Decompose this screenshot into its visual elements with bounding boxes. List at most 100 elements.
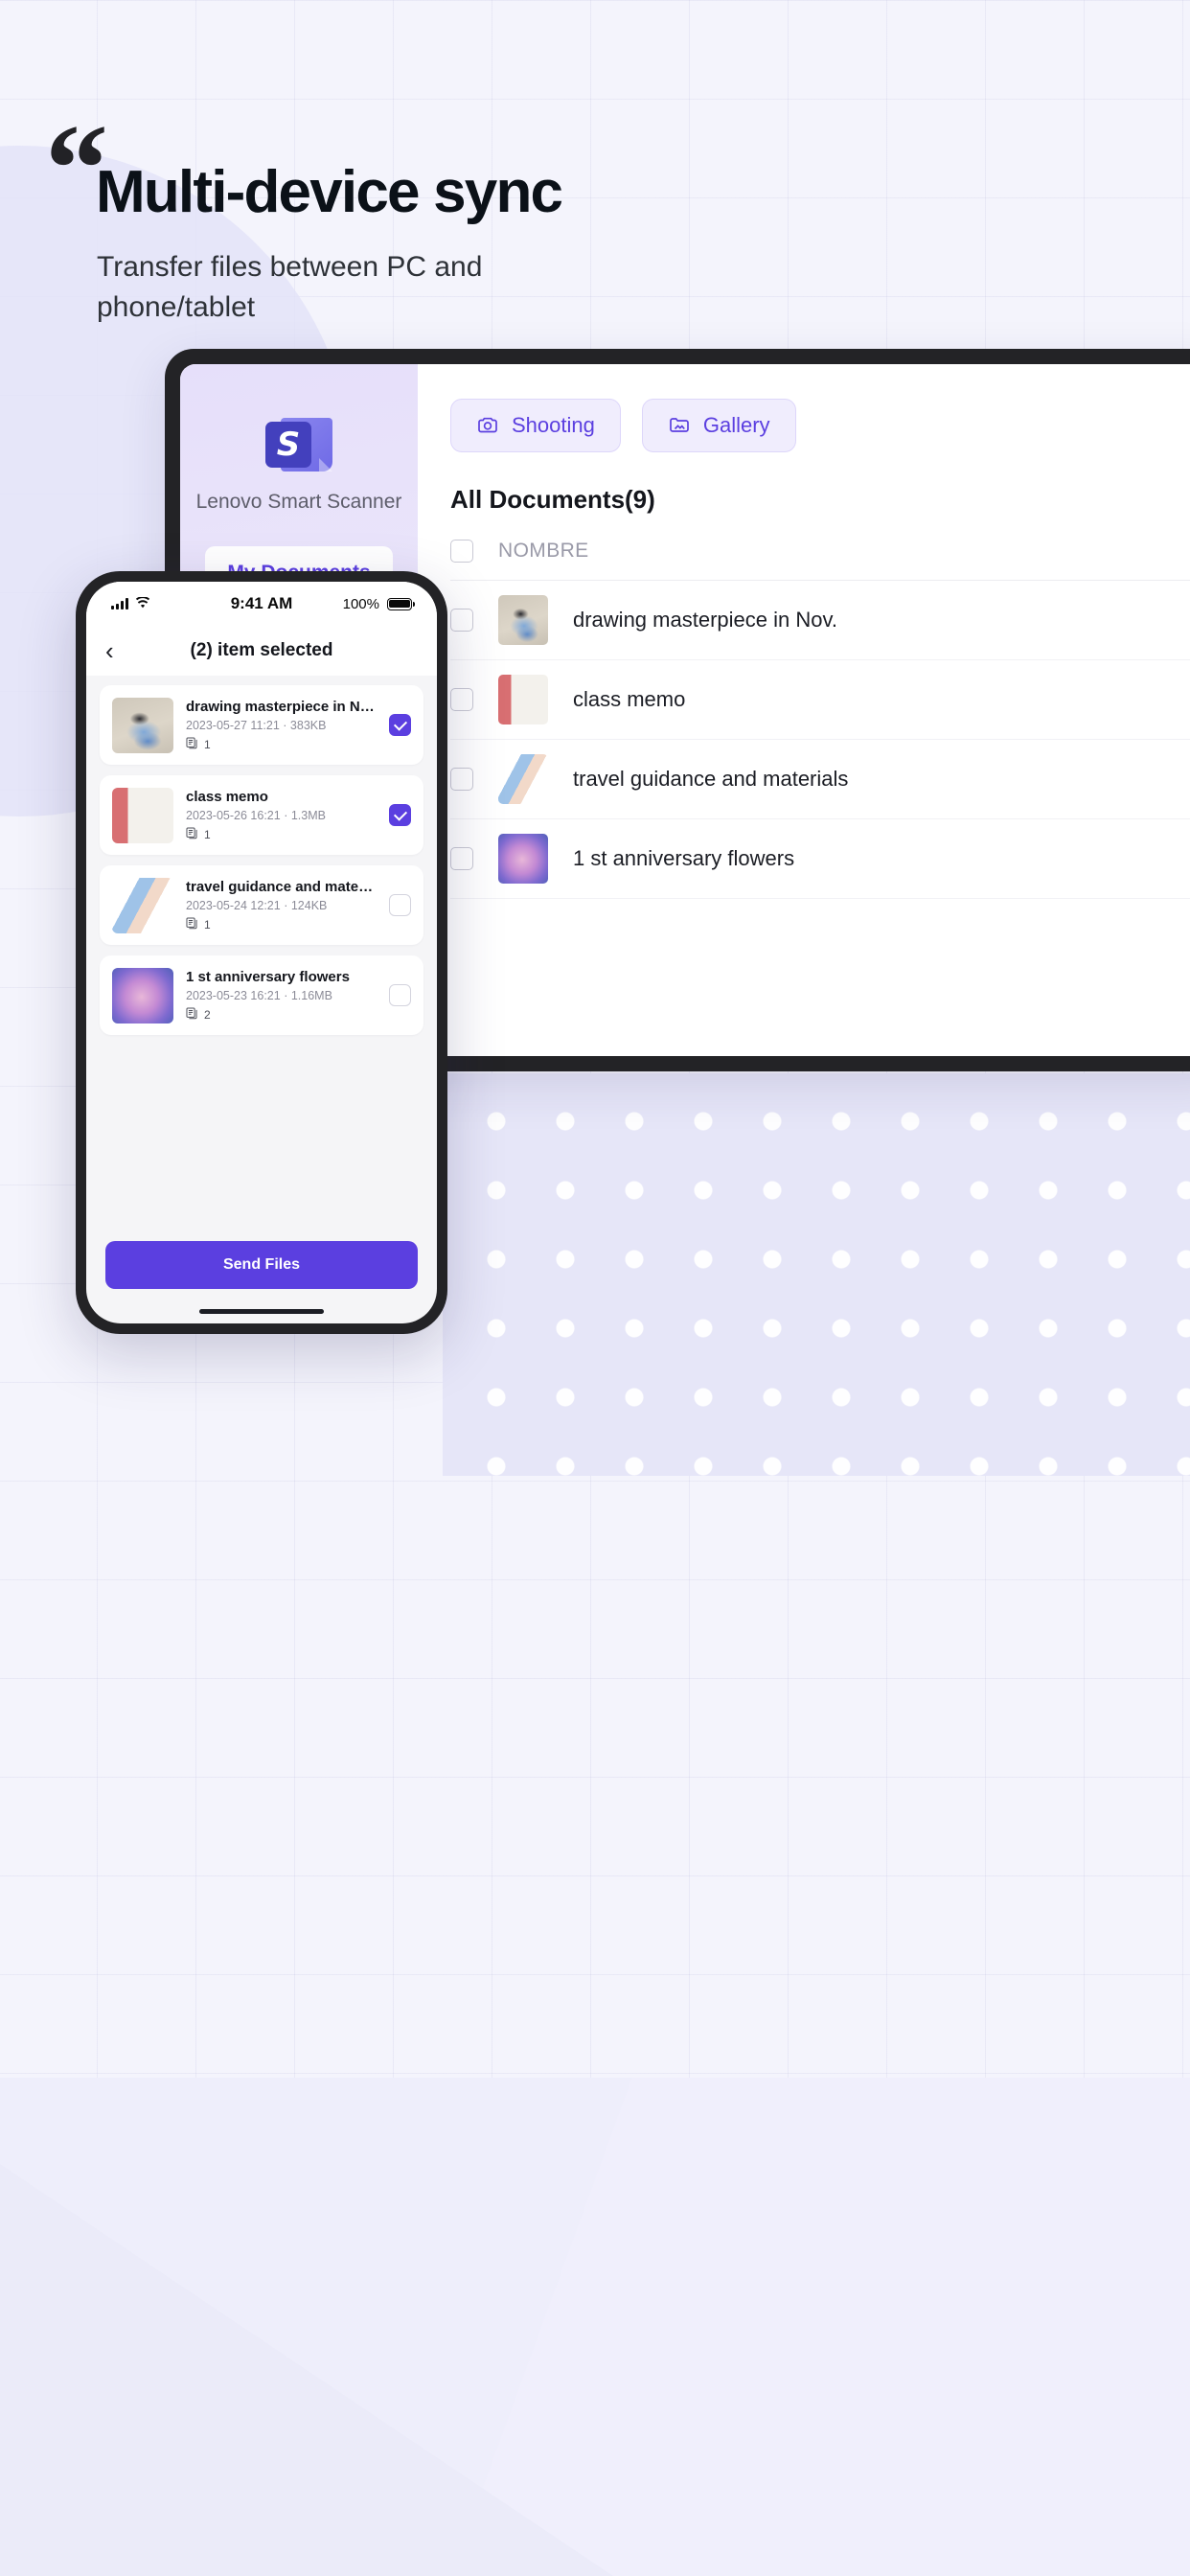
- document-thumbnail: [112, 877, 173, 933]
- battery-full-icon: [387, 597, 415, 610]
- phone-device: 9:41 AM 100% ‹ (2) item selected drawing…: [76, 571, 447, 1334]
- document-checkbox[interactable]: [389, 714, 411, 736]
- row-checkbox[interactable]: [450, 847, 473, 870]
- document-size: 1.16MB: [290, 988, 332, 1002]
- send-files-button[interactable]: Send Files: [105, 1241, 418, 1289]
- meta-separator: ·: [284, 898, 288, 912]
- document-size: 383KB: [289, 718, 327, 732]
- document-thumbnail: [112, 787, 173, 843]
- document-pages: 2: [186, 1006, 377, 1023]
- column-header-name: NOMBRE: [498, 540, 589, 562]
- tablet-main-panel: Shooting Gallery All Documents(9) NOMBRE: [418, 364, 1190, 1056]
- pages-icon: [186, 826, 198, 842]
- pages-icon: [186, 1006, 198, 1023]
- meta-separator: ·: [284, 988, 288, 1002]
- list-item[interactable]: 1 st anniversary flowers 2023-05-23 16:2…: [100, 955, 423, 1035]
- cellular-bars-icon: [111, 598, 128, 610]
- list-item[interactable]: drawing masterpiece in Nov. 2023-05-27 1…: [100, 685, 423, 765]
- document-pages: 1: [186, 736, 377, 752]
- list-item[interactable]: class memo 2023-05-26 16:21 · 1.3MB 1: [100, 775, 423, 855]
- row-checkbox[interactable]: [450, 768, 473, 791]
- app-name-label: Lenovo Smart Scanner: [195, 491, 402, 513]
- page-count: 1: [204, 917, 211, 932]
- document-title: travel guidance and materials: [186, 878, 377, 895]
- document-title: 1 st anniversary flowers: [186, 968, 350, 985]
- phone-document-list: drawing masterpiece in Nov. 2023-05-27 1…: [86, 676, 437, 1241]
- document-meta: 2023-05-27 11:21 · 383KB: [186, 719, 377, 732]
- row-name: drawing masterpiece in Nov.: [573, 608, 837, 632]
- document-info: 1 st anniversary flowers 2023-05-23 16:2…: [186, 969, 377, 1023]
- document-date: 2023-05-27 11:21: [186, 718, 280, 732]
- document-pages: 1: [186, 916, 377, 932]
- logo-fold-shape: [319, 458, 332, 472]
- table-row[interactable]: 1 st anniversary flowers: [450, 819, 1190, 899]
- document-info: drawing masterpiece in Nov. 2023-05-27 1…: [186, 699, 377, 752]
- table-row[interactable]: travel guidance and materials: [450, 740, 1190, 819]
- battery-percent-label: 100%: [342, 595, 379, 612]
- row-name: travel guidance and materials: [573, 767, 849, 791]
- document-title: drawing masterpiece in Nov.: [186, 698, 377, 715]
- table-column-header: NOMBRE: [450, 540, 1190, 581]
- shooting-label: Shooting: [512, 413, 595, 437]
- document-thumbnail: [112, 697, 173, 753]
- select-all-checkbox[interactable]: [450, 540, 473, 563]
- selection-title: (2) item selected: [190, 640, 333, 660]
- row-name: 1 st anniversary flowers: [573, 846, 795, 870]
- gallery-button[interactable]: Gallery: [641, 399, 796, 452]
- document-size: 124KB: [290, 898, 328, 912]
- dot-pattern-panel: [443, 1073, 1190, 1476]
- row-thumbnail: [498, 834, 548, 884]
- document-info: travel guidance and materials 2023-05-24…: [186, 879, 377, 932]
- shooting-button[interactable]: Shooting: [450, 399, 621, 452]
- scanner-app-logo-icon: S: [265, 410, 332, 473]
- logo-letter: S: [276, 426, 301, 464]
- row-thumbnail: [498, 595, 548, 645]
- chevron-left-icon[interactable]: ‹: [105, 638, 114, 663]
- phone-nav-bar: ‹ (2) item selected: [86, 626, 437, 676]
- phone-screen: 9:41 AM 100% ‹ (2) item selected drawing…: [86, 582, 437, 1323]
- pages-icon: [186, 736, 198, 752]
- document-meta: 2023-05-26 16:21 · 1.3MB: [186, 809, 377, 822]
- home-indicator: [86, 1299, 437, 1323]
- row-thumbnail: [498, 754, 548, 804]
- meta-separator: ·: [284, 808, 288, 822]
- document-checkbox[interactable]: [389, 804, 411, 826]
- page-count: 2: [204, 1007, 211, 1022]
- wifi-icon: [135, 594, 150, 613]
- page-count: 1: [204, 737, 211, 751]
- document-meta: 2023-05-23 16:21 · 1.16MB: [186, 989, 377, 1002]
- document-checkbox[interactable]: [389, 984, 411, 1006]
- page-title: Multi-device sync: [96, 159, 563, 225]
- page-count: 1: [204, 827, 211, 841]
- table-row[interactable]: drawing masterpiece in Nov.: [450, 581, 1190, 660]
- document-date: 2023-05-24 12:21: [186, 898, 281, 912]
- document-date: 2023-05-26 16:21: [186, 808, 281, 822]
- all-documents-heading: All Documents(9): [450, 485, 655, 514]
- folder-image-icon: [668, 414, 691, 437]
- status-bar-right: 100%: [292, 595, 415, 612]
- meta-separator: ·: [283, 718, 287, 732]
- document-date: 2023-05-23 16:21: [186, 988, 281, 1002]
- send-button-container: Send Files: [86, 1241, 437, 1299]
- list-item[interactable]: travel guidance and materials 2023-05-24…: [100, 865, 423, 945]
- logo-tile-shape: S: [265, 422, 311, 468]
- pages-icon: [186, 916, 198, 932]
- tablet-toolbar: Shooting Gallery: [450, 399, 1190, 452]
- row-name: class memo: [573, 687, 686, 711]
- row-checkbox[interactable]: [450, 609, 473, 632]
- table-row[interactable]: class memo: [450, 660, 1190, 740]
- gallery-label: Gallery: [702, 413, 770, 437]
- background-bottom-triangle: [0, 2164, 613, 2576]
- camera-icon: [476, 414, 499, 437]
- document-thumbnail: [112, 967, 173, 1024]
- document-checkbox[interactable]: [389, 894, 411, 916]
- document-info: class memo 2023-05-26 16:21 · 1.3MB 1: [186, 789, 377, 842]
- page-subtitle: Transfer files between PC and phone/tabl…: [97, 251, 483, 323]
- document-title: class memo: [186, 788, 268, 805]
- status-bar-left: [111, 594, 231, 613]
- phone-status-bar: 9:41 AM 100%: [86, 582, 437, 626]
- status-bar-time: 9:41 AM: [230, 594, 293, 612]
- row-thumbnail: [498, 675, 548, 724]
- row-checkbox[interactable]: [450, 688, 473, 711]
- document-pages: 1: [186, 826, 377, 842]
